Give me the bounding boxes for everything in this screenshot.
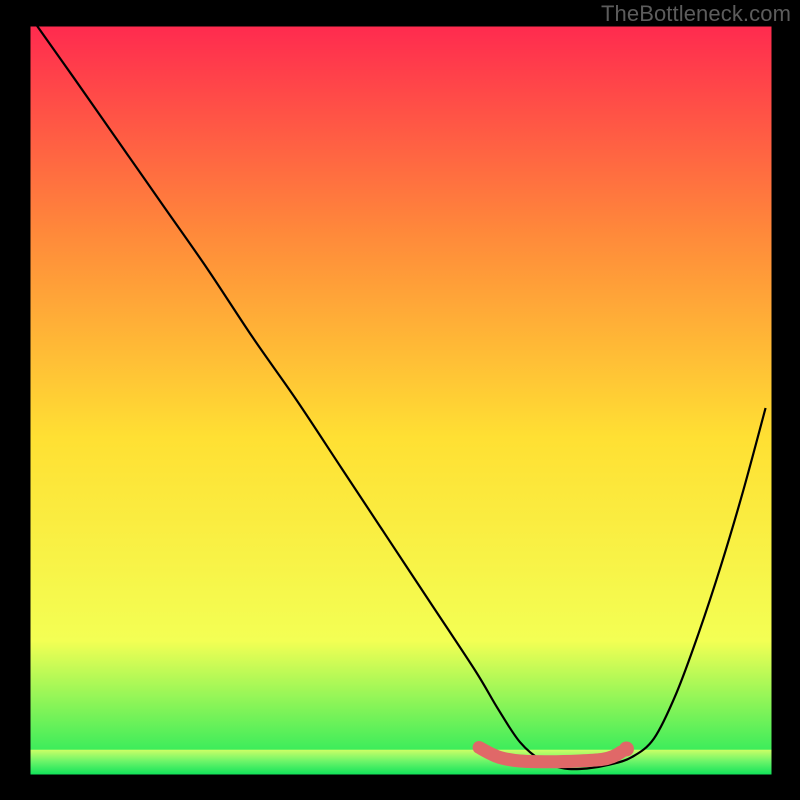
chart-svg [29,25,773,776]
red-dot [619,741,634,756]
plot-area [29,25,773,776]
green-band [29,750,773,776]
gradient-background [29,25,773,776]
watermark-text: TheBottleneck.com [601,1,791,27]
chart-frame: TheBottleneck.com [0,0,800,800]
